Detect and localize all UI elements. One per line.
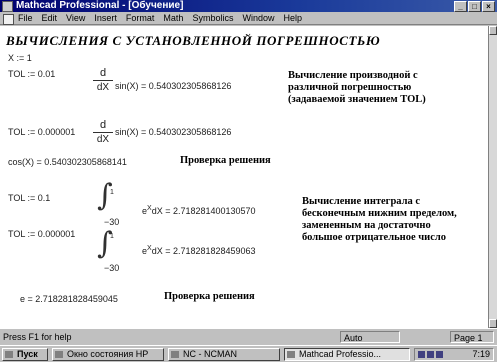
document-icon[interactable]: [3, 14, 14, 25]
mathcad-app-icon[interactable]: [2, 1, 13, 12]
status-bar: Press F1 for help Auto Page 1: [0, 328, 497, 345]
integral-upper-2[interactable]: 1: [110, 233, 114, 240]
taskbar-item-label: Окно состояния HP: [67, 349, 149, 359]
status-help-text: Press F1 for help: [3, 332, 72, 342]
taskbar-item-mathcad[interactable]: Mathcad Professio...: [284, 348, 410, 361]
start-button[interactable]: Пуск: [2, 348, 48, 361]
integral-expr-2[interactable]: eXdX = 2.718281828459063: [142, 245, 256, 256]
close-button[interactable]: ×: [482, 1, 495, 12]
integral-result-1: dX = 2.718281400130570: [151, 206, 256, 216]
menu-edit[interactable]: Edit: [42, 12, 58, 24]
system-tray: 7:19: [414, 348, 494, 361]
tol-assignment-1[interactable]: TOL := 0.01: [8, 69, 55, 79]
derivative-operator-1[interactable]: d dX: [93, 67, 113, 93]
taskbar: Пуск Окно состояния HP NC - NCMAN Mathca…: [0, 345, 497, 362]
vertical-scrollbar[interactable]: [488, 26, 497, 328]
menu-format[interactable]: Format: [126, 12, 155, 24]
tol-assignment-4[interactable]: TOL := 0.000001: [8, 229, 75, 239]
e-value-result[interactable]: e = 2.718281828459045: [20, 294, 118, 304]
integral-sign-2: ∫: [97, 226, 113, 261]
fraction-bar: [93, 80, 113, 81]
status-page: Page 1: [450, 331, 494, 343]
derivative-operator-2[interactable]: d dX: [93, 119, 113, 145]
d-numerator: d: [99, 119, 107, 131]
taskbar-item-label: Mathcad Professio...: [299, 349, 382, 359]
title-bar: Mathcad Professional - [Обучение] _ □ ×: [0, 0, 497, 12]
taskbar-item-nc[interactable]: NC - NCMAN: [168, 348, 280, 361]
mathcad-icon: [287, 351, 295, 358]
tray-icons: [418, 351, 443, 358]
integral-upper-1[interactable]: 1: [110, 189, 114, 196]
derivative-result-2[interactable]: sin(X) = 0.540302305868126: [115, 127, 231, 137]
integral-expr-1[interactable]: eXdX = 2.718281400130570: [142, 205, 256, 216]
check-label-1[interactable]: Проверка решения: [180, 155, 271, 167]
menu-file[interactable]: File: [18, 12, 33, 24]
taskbar-item-hp-status[interactable]: Окно состояния HP: [52, 348, 164, 361]
menu-insert[interactable]: Insert: [94, 12, 117, 24]
comment-integral[interactable]: Вычисление интеграла с бесконечным нижни…: [302, 196, 462, 244]
hp-status-icon: [55, 351, 63, 358]
scroll-down-button[interactable]: [489, 319, 497, 328]
integral-result-2: dX = 2.718281828459063: [151, 246, 256, 256]
maximize-button[interactable]: □: [468, 1, 481, 12]
start-label: Пуск: [17, 349, 38, 359]
derivative-result-1[interactable]: sin(X) = 0.540302305868126: [115, 81, 231, 91]
tol-assignment-2[interactable]: TOL := 0.000001: [8, 127, 75, 137]
comment-derivative[interactable]: Вычисление производной с различной погре…: [288, 70, 458, 106]
worksheet-heading: ВЫЧИСЛЕНИЯ С УСТАНОВЛЕННОЙ ПОГРЕШНОСТЬЮ: [6, 33, 381, 48]
integral-lower-2[interactable]: −30: [104, 263, 119, 273]
menu-bar: File Edit View Insert Format Math Symbol…: [0, 12, 497, 25]
check-label-2[interactable]: Проверка решения: [164, 291, 255, 303]
cos-check-result[interactable]: cos(X) = 0.540302305868141: [8, 157, 127, 167]
menu-view[interactable]: View: [66, 12, 85, 24]
tray-network-icon[interactable]: [436, 351, 443, 358]
fraction-bar: [93, 132, 113, 133]
windows-logo-icon: [5, 351, 13, 358]
d-denominator: dX: [96, 82, 110, 93]
menu-math[interactable]: Math: [163, 12, 183, 24]
minimize-button[interactable]: _: [454, 1, 467, 12]
tray-volume-icon[interactable]: [427, 351, 434, 358]
d-denominator: dX: [96, 134, 110, 145]
taskbar-item-label: NC - NCMAN: [183, 349, 237, 359]
window-title: Mathcad Professional - [Обучение]: [16, 0, 184, 11]
scroll-up-button[interactable]: [489, 26, 497, 35]
nc-icon: [171, 351, 179, 358]
tray-clock[interactable]: 7:19: [472, 349, 490, 359]
menu-help[interactable]: Help: [283, 12, 302, 24]
x-assignment[interactable]: X := 1: [8, 53, 32, 63]
menu-window[interactable]: Window: [242, 12, 274, 24]
d-numerator: d: [99, 67, 107, 79]
menu-symbolics[interactable]: Symbolics: [192, 12, 233, 24]
tol-assignment-3[interactable]: TOL := 0.1: [8, 193, 50, 203]
window-controls: _ □ ×: [454, 1, 495, 12]
status-calc-mode: Auto: [340, 331, 400, 343]
tray-keyboard-icon[interactable]: [418, 351, 425, 358]
